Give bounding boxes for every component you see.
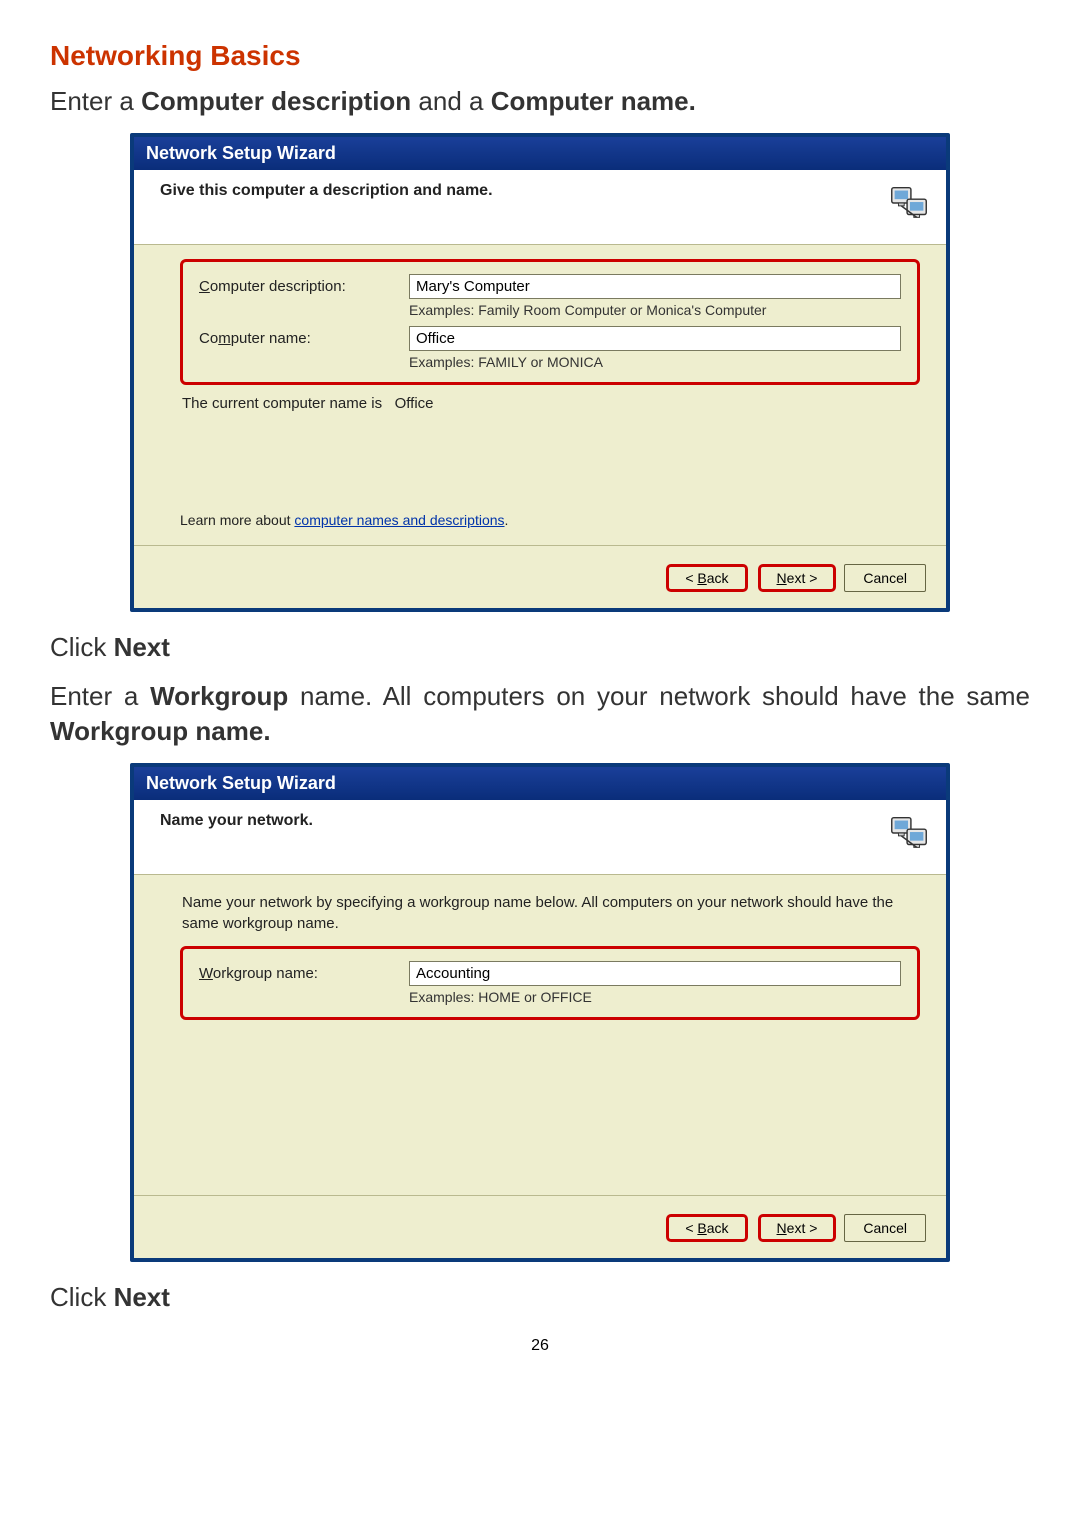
text: < bbox=[685, 1220, 697, 1236]
field-wrap: Examples: FAMILY or MONICA bbox=[409, 326, 901, 370]
text: N bbox=[777, 570, 787, 586]
wizard-subtitle: Give this computer a description and nam… bbox=[160, 180, 493, 200]
field-wrap: Examples: Family Room Computer or Monica… bbox=[409, 274, 901, 318]
cancel-button[interactable]: Cancel bbox=[844, 1214, 926, 1242]
link-computer-names-descriptions[interactable]: computer names and descriptions bbox=[294, 512, 504, 528]
text-bold: Next bbox=[114, 632, 170, 662]
wizard-header: Name your network. bbox=[134, 800, 946, 875]
row-computer-description: Computer description: Examples: Family R… bbox=[199, 274, 901, 318]
input-computer-name[interactable] bbox=[409, 326, 901, 351]
field-wrap: Examples: HOME or OFFICE bbox=[409, 961, 901, 1005]
network-icon bbox=[886, 810, 932, 856]
back-next-pair: < Back Next > bbox=[658, 564, 836, 592]
instruction-click-next-1: Click Next bbox=[50, 630, 1030, 665]
text: ack bbox=[707, 1220, 729, 1236]
text: . bbox=[505, 512, 509, 528]
text: ext > bbox=[787, 1220, 818, 1236]
row-computer-name: Computer name: Examples: FAMILY or MONIC… bbox=[199, 326, 901, 370]
text: < bbox=[685, 570, 697, 586]
wizard-header: Give this computer a description and nam… bbox=[134, 170, 946, 245]
text: Office bbox=[395, 395, 434, 412]
back-button[interactable]: < Back bbox=[666, 1214, 747, 1242]
instruction-click-next-2: Click Next bbox=[50, 1280, 1030, 1315]
back-next-pair: < Back Next > bbox=[658, 1214, 836, 1242]
text: Learn more about bbox=[180, 512, 294, 528]
text: B bbox=[697, 1220, 706, 1236]
text: ack bbox=[707, 570, 729, 586]
text: B bbox=[697, 570, 706, 586]
input-workgroup-name[interactable] bbox=[409, 961, 901, 986]
text: Enter a bbox=[50, 681, 150, 711]
text-bold: Workgroup name. bbox=[50, 716, 271, 746]
hint-workgroup-name: Examples: HOME or OFFICE bbox=[409, 989, 901, 1005]
wizard-subtitle: Name your network. bbox=[160, 810, 313, 830]
text: W bbox=[199, 965, 213, 982]
wizard-body: Computer description: Examples: Family R… bbox=[134, 245, 946, 545]
highlight-workgroup-name: Workgroup name: Examples: HOME or OFFICE bbox=[180, 946, 920, 1020]
wizard-body: Name your network by specifying a workgr… bbox=[134, 875, 946, 1195]
wizard-title-bar: Network Setup Wizard bbox=[134, 767, 946, 800]
hint-computer-description: Examples: Family Room Computer or Monica… bbox=[409, 302, 901, 318]
row-workgroup-name: Workgroup name: Examples: HOME or OFFICE bbox=[199, 961, 901, 1005]
text: m bbox=[218, 330, 231, 347]
text: ext > bbox=[787, 570, 818, 586]
text: and a bbox=[411, 86, 491, 116]
text-bold: Computer name. bbox=[491, 86, 696, 116]
back-button[interactable]: < Back bbox=[666, 564, 747, 592]
text: Co bbox=[199, 330, 218, 347]
text: The current computer name is bbox=[182, 395, 386, 412]
text: Click bbox=[50, 632, 114, 662]
text-bold: Next bbox=[114, 1282, 170, 1312]
text: omputer description: bbox=[210, 278, 346, 295]
cancel-button[interactable]: Cancel bbox=[844, 564, 926, 592]
network-setup-wizard-1: Network Setup Wizard Give this computer … bbox=[130, 133, 950, 612]
instruction-enter-computer-desc: Enter a Computer description and a Compu… bbox=[50, 84, 1030, 119]
network-icon bbox=[886, 180, 932, 226]
current-computer-name: The current computer name is Office bbox=[182, 395, 918, 412]
label-workgroup-name: Workgroup name: bbox=[199, 961, 409, 982]
text-bold: Computer description bbox=[141, 86, 411, 116]
spacer bbox=[180, 1024, 920, 1184]
instruction-enter-workgroup: Enter a Workgroup name. All computers on… bbox=[50, 679, 1030, 749]
text: puter name: bbox=[231, 330, 311, 347]
page-number: 26 bbox=[50, 1337, 1030, 1355]
network-setup-wizard-2: Network Setup Wizard Name your network. … bbox=[130, 763, 950, 1262]
text: orkgroup name: bbox=[213, 965, 318, 982]
hint-computer-name: Examples: FAMILY or MONICA bbox=[409, 354, 901, 370]
text: C bbox=[199, 278, 210, 295]
highlight-computer-desc-name: Computer description: Examples: Family R… bbox=[180, 259, 920, 385]
learn-more: Learn more about computer names and desc… bbox=[180, 512, 920, 528]
text: N bbox=[777, 1220, 787, 1236]
wizard-title-bar: Network Setup Wizard bbox=[134, 137, 946, 170]
text: Enter a bbox=[50, 86, 141, 116]
workgroup-instruction-text: Name your network by specifying a workgr… bbox=[182, 893, 918, 934]
text-bold: Workgroup bbox=[150, 681, 288, 711]
networking-basics-heading: Networking Basics bbox=[50, 40, 1030, 72]
input-computer-description[interactable] bbox=[409, 274, 901, 299]
next-button[interactable]: Next > bbox=[758, 1214, 837, 1242]
text: name. All computers on your network shou… bbox=[288, 681, 1030, 711]
next-button[interactable]: Next > bbox=[758, 564, 837, 592]
wizard-footer: < Back Next > Cancel bbox=[134, 1195, 946, 1258]
text: Click bbox=[50, 1282, 114, 1312]
wizard-footer: < Back Next > Cancel bbox=[134, 545, 946, 608]
label-computer-description: Computer description: bbox=[199, 274, 409, 295]
label-computer-name: Computer name: bbox=[199, 326, 409, 347]
